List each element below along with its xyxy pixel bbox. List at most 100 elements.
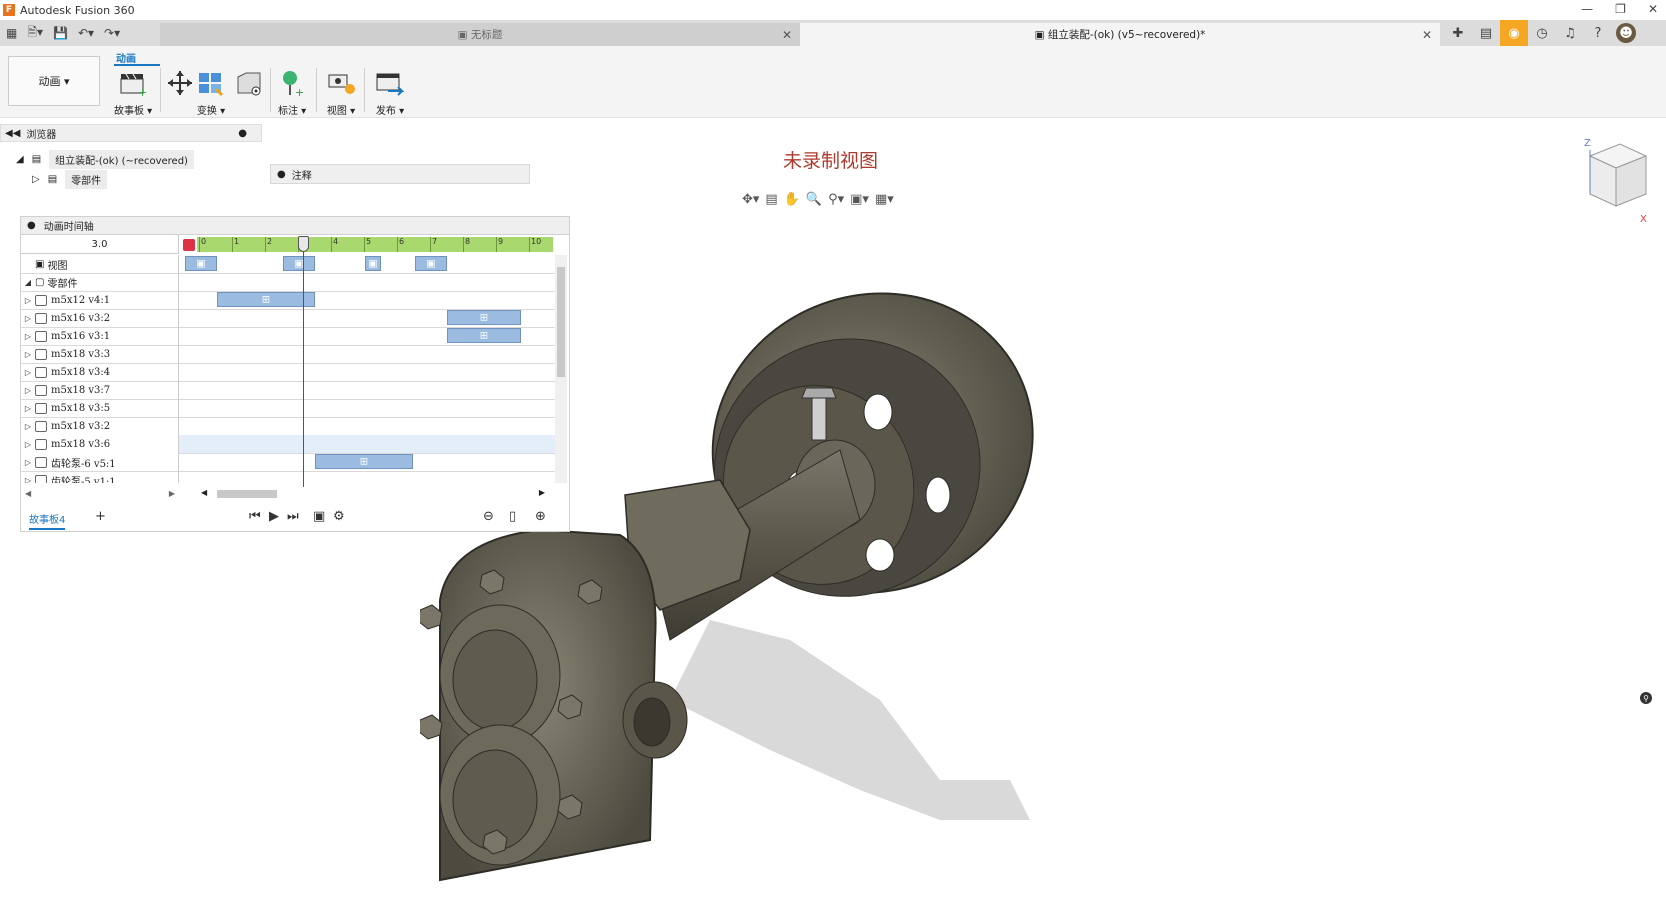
minimize-icon[interactable]: — — [1581, 2, 1593, 16]
bell-icon[interactable]: ♫ — [1556, 20, 1584, 46]
expand-triangle-icon[interactable]: ▷ — [21, 476, 35, 484]
row-name-cell[interactable]: ▷ m5x18 v3:5 — [21, 398, 179, 418]
row-name-cell[interactable]: ▷ m5x16 v3:1 — [21, 326, 179, 346]
close-icon[interactable]: ✕ — [1648, 2, 1658, 16]
timeline-header[interactable]: ● 动画时间轴 — [21, 217, 569, 235]
view-cube[interactable]: Z X — [1570, 136, 1650, 229]
collapse-panel-icon[interactable]: ◀◀ — [5, 128, 20, 139]
transform-action-bar[interactable]: ⊞ — [447, 328, 521, 343]
timeline-row-component[interactable]: ▷ m5x18 v3:5 — [21, 398, 555, 418]
redo-icon[interactable]: ↷▾ — [104, 26, 120, 40]
look-at-icon[interactable]: ▤ — [765, 192, 777, 207]
annotate-button[interactable]: + 标注 ▾ — [278, 68, 306, 117]
save-icon[interactable]: 💾 — [53, 26, 68, 40]
browser-panel-header[interactable]: ◀◀ 浏览器 ● — [0, 124, 262, 142]
expand-triangle-icon[interactable]: ▷ — [21, 314, 35, 323]
timeline-row-component[interactable]: ▷ m5x18 v3:7 — [21, 380, 555, 400]
row-name-cell[interactable]: ▷ 齿轮泵-5 v1:1 — [21, 470, 179, 484]
delete-key-icon[interactable] — [183, 239, 195, 251]
expand-triangle-icon[interactable]: ▷ — [21, 458, 35, 467]
timeline-collapse-icon[interactable]: ● — [27, 220, 36, 231]
expand-triangle-icon[interactable]: ▷ — [21, 368, 35, 377]
browser-components-node[interactable]: ▷ ▤ 零部件 — [32, 170, 108, 189]
timeline-row-component[interactable]: ▷ m5x16 v3:2 ⊞ — [21, 308, 555, 328]
row-name-cell[interactable]: ▷ m5x18 v3:4 — [21, 362, 179, 382]
row-name-cell[interactable]: ◢ ▢ 零部件 — [21, 272, 179, 292]
tab-untitled[interactable]: ▣ 无标题 ✕ — [160, 23, 800, 46]
add-storyboard-button[interactable]: + — [95, 509, 106, 524]
view-button[interactable]: 视图 ▾ — [326, 68, 356, 117]
grid-settings-icon[interactable]: ▦▾ — [875, 192, 894, 207]
zoom-window-icon[interactable]: ⚲▾ — [828, 192, 844, 207]
row-name-cell[interactable]: ▷ m5x12 v4:1 — [21, 290, 179, 310]
close-tab-icon[interactable]: ✕ — [782, 28, 792, 42]
workspace-switcher[interactable]: 动画 ▾ — [8, 56, 100, 106]
tab-assembly[interactable]: ▣ 组立装配-(ok) (v5~recovered)* ✕ — [800, 23, 1440, 46]
zoom-in-icon[interactable]: ⊕ — [535, 509, 546, 524]
skip-to-start-icon[interactable]: ⏮ — [249, 509, 261, 524]
names-hscroll[interactable]: ◀ ▶ — [25, 489, 175, 499]
timeline-row-component[interactable]: ▷ 齿轮泵-6 v5:1 ⊞ — [21, 452, 555, 472]
expand-triangle-icon[interactable]: ▷ — [21, 332, 35, 341]
pan-icon[interactable]: ✋ — [784, 192, 800, 207]
expand-triangle-icon[interactable]: ▷ — [32, 174, 40, 185]
camera-action-bar[interactable]: ▣ — [283, 256, 315, 271]
transform-move-button[interactable] — [166, 68, 194, 98]
timeline-row-component[interactable]: ▷ m5x16 v3:1 ⊞ — [21, 326, 555, 346]
row-name-cell[interactable]: ▷ m5x18 v3:3 — [21, 344, 179, 364]
playhead-handle[interactable] — [298, 236, 309, 252]
timeline-row-component[interactable]: ▷ m5x18 v3:2 — [21, 416, 555, 436]
restore-icon[interactable]: ❐ — [1615, 2, 1626, 16]
timeline-vertical-scrollbar[interactable] — [555, 255, 567, 483]
timeline-row-component[interactable]: ▷ m5x12 v4:1 ⊞ — [21, 290, 555, 310]
app-grid-icon[interactable]: ▦ — [6, 26, 17, 40]
display-settings-icon[interactable]: ▣▾ — [850, 192, 869, 207]
row-name-cell[interactable]: ▣ 视图 — [21, 255, 179, 274]
fit-view-icon[interactable]: ▣ — [313, 509, 325, 524]
camera-action-bar[interactable]: ▣ — [185, 256, 217, 271]
expand-triangle-icon[interactable]: ▷ — [21, 404, 35, 413]
new-tab-icon[interactable]: ✚ — [1444, 20, 1472, 46]
timeline-row-view[interactable]: ▣ 视图 ▣ ▣ ▣ ▣ — [21, 255, 555, 274]
job-status-icon[interactable]: ◉ — [1500, 20, 1528, 46]
current-time-field[interactable]: 3.0 — [21, 235, 179, 254]
comment-icon[interactable]: ▤ — [1472, 20, 1500, 46]
camera-action-bar[interactable]: ▣ — [415, 256, 447, 271]
playhead[interactable] — [303, 237, 304, 487]
play-icon[interactable]: ▶ — [269, 509, 279, 524]
transform-button[interactable]: 变换 ▾ — [196, 68, 226, 117]
storyboard-tab[interactable]: 故事板4 — [29, 511, 66, 530]
orbit-icon[interactable]: ✥▾ — [742, 192, 759, 207]
undo-icon[interactable]: ↶▾ — [78, 26, 94, 40]
browser-root-node[interactable]: ◢ ▤ 组立装配-(ok) (~recovered) — [16, 150, 194, 169]
file-menu-icon[interactable]: 🗎▾ — [27, 23, 43, 44]
annotation-collapse-icon[interactable]: ● — [277, 169, 286, 180]
transform-action-bar[interactable]: ⊞ — [447, 310, 521, 325]
zoom-out-icon[interactable]: ⊖ — [483, 509, 494, 524]
row-name-cell[interactable]: ▷ m5x18 v3:7 — [21, 380, 179, 400]
timeline-row-components[interactable]: ◢ ▢ 零部件 — [21, 272, 555, 292]
row-name-cell[interactable]: ▷ 齿轮泵-6 v5:1 — [21, 452, 179, 472]
help-icon[interactable]: ? — [1584, 20, 1612, 46]
workspace-tab[interactable]: 动画 — [116, 50, 136, 65]
zoom-fit-icon[interactable]: ▯ — [509, 509, 516, 524]
timeline-row-component[interactable]: ▷ 齿轮泵-5 v1:1 — [21, 470, 555, 484]
collapse-triangle-icon[interactable]: ◢ — [16, 154, 24, 165]
avatar[interactable]: ☻ — [1616, 23, 1636, 43]
expand-triangle-icon[interactable]: ▷ — [21, 422, 35, 431]
annotation-bar[interactable]: ● 注释 — [270, 164, 530, 184]
expand-triangle-icon[interactable]: ▷ — [21, 386, 35, 395]
timeline-row-component[interactable]: ▷ m5x18 v3:3 — [21, 344, 555, 364]
transform-action-bar[interactable]: ⊞ — [315, 454, 413, 469]
zoom-icon[interactable]: 🔍 — [806, 192, 822, 207]
row-name-cell[interactable]: ▷ m5x18 v3:2 — [21, 416, 179, 436]
transform-action-bar[interactable]: ⊞ — [217, 292, 315, 307]
expand-triangle-icon[interactable]: ▷ — [21, 296, 35, 305]
timeline-row-component[interactable]: ▷ m5x18 v3:4 — [21, 362, 555, 382]
publish-button[interactable]: 发布 ▾ — [374, 68, 406, 117]
expand-triangle-icon[interactable]: ▷ — [21, 350, 35, 359]
camera-action-bar[interactable]: ▣ — [365, 256, 381, 271]
time-ruler[interactable]: 012345678910 — [197, 237, 553, 252]
row-name-cell[interactable]: ▷ m5x16 v3:2 — [21, 308, 179, 328]
collapse-triangle-icon[interactable]: ◢ — [21, 278, 35, 287]
